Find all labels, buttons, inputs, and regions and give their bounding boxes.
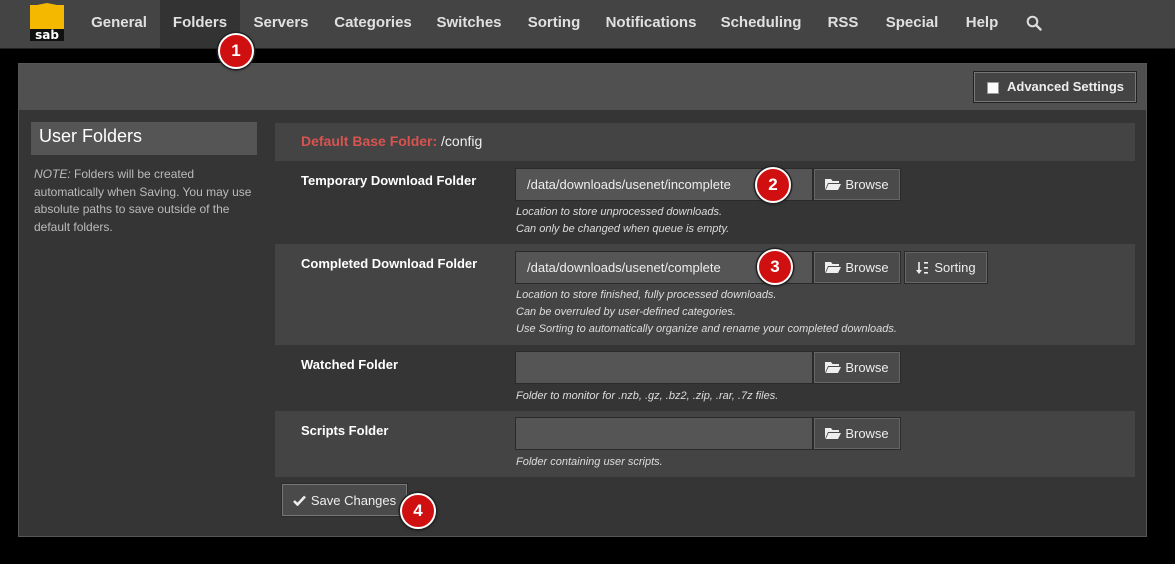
annotation-badge-4: 4 — [400, 493, 436, 529]
watched-browse-button[interactable]: Browse — [813, 351, 901, 384]
sort-icon — [916, 261, 930, 275]
completed-folder-label: Completed Download Folder — [301, 256, 478, 271]
save-changes-button[interactable]: Save Changes — [281, 483, 408, 517]
completed-folder-row: Completed Download Folder Browse Sorting… — [275, 244, 1135, 345]
temporary-folder-label: Temporary Download Folder — [301, 173, 477, 188]
nav-sorting[interactable]: Sorting — [514, 0, 594, 48]
annotation-badge-3: 3 — [757, 249, 793, 285]
section-title: User Folders — [31, 122, 257, 155]
nav-special[interactable]: Special — [872, 0, 952, 48]
help-line: Location to store unprocessed downloads. — [516, 206, 723, 218]
watched-folder-input[interactable] — [515, 351, 813, 384]
settings-panel: Advanced Settings User Folders NOTE: Fol… — [18, 63, 1147, 537]
nav-notifications[interactable]: Notifications — [596, 0, 706, 48]
logo-text: sab — [35, 28, 59, 42]
temporary-browse-button[interactable]: Browse — [813, 168, 901, 201]
help-line: Can be overruled by user-defined categor… — [516, 306, 736, 318]
search-icon[interactable] — [1026, 15, 1042, 31]
help-line: Can only be changed when queue is empty. — [516, 223, 730, 235]
completed-sorting-button[interactable]: Sorting — [904, 251, 988, 284]
browse-label: Browse — [845, 426, 889, 441]
temporary-folder-help: Location to store unprocessed downloads.… — [516, 204, 729, 238]
base-folder-row: Default Base Folder: /config — [275, 123, 1135, 161]
save-changes-label: Save Changes — [310, 492, 397, 508]
note-label: NOTE: — [34, 167, 71, 181]
folder-open-icon — [825, 427, 842, 440]
scripts-folder-label: Scripts Folder — [301, 423, 389, 438]
watched-folder-label: Watched Folder — [301, 357, 399, 372]
panel-header: Advanced Settings — [19, 64, 1146, 110]
folder-open-icon — [825, 361, 842, 374]
scripts-folder-help: Folder containing user scripts. — [516, 454, 663, 471]
nav-scheduling[interactable]: Scheduling — [708, 0, 814, 48]
nav-categories[interactable]: Categories — [322, 0, 424, 48]
nav-general[interactable]: General — [80, 0, 158, 48]
help-line: Location to store finished, fully proces… — [516, 289, 777, 301]
help-line: Use Sorting to automatically organize an… — [516, 323, 897, 335]
base-folder-value: /config — [441, 133, 483, 149]
browse-label: Browse — [845, 260, 889, 275]
scripts-browse-button[interactable]: Browse — [813, 417, 901, 450]
completed-browse-button[interactable]: Browse — [813, 251, 901, 284]
completed-folder-help: Location to store finished, fully proces… — [516, 287, 897, 338]
browse-label: Browse — [845, 177, 889, 192]
scripts-folder-input[interactable] — [515, 417, 813, 450]
folder-open-icon — [825, 178, 842, 191]
folder-open-icon — [825, 261, 842, 274]
sorting-label: Sorting — [934, 260, 976, 275]
advanced-settings-label: Advanced Settings — [1007, 79, 1125, 94]
sab-logo[interactable]: sab — [27, 3, 67, 43]
scripts-folder-row: Scripts Folder Browse Folder containing … — [275, 411, 1135, 477]
annotation-badge-2: 2 — [755, 167, 791, 203]
watched-folder-help: Folder to monitor for .nzb, .gz, .bz2, .… — [516, 388, 778, 405]
check-icon — [292, 495, 306, 506]
help-line: Folder containing user scripts. — [516, 456, 663, 468]
browse-label: Browse — [845, 360, 889, 375]
annotation-badge-1: 1 — [218, 33, 254, 69]
advanced-settings-button[interactable]: Advanced Settings — [973, 71, 1137, 103]
nav-servers[interactable]: Servers — [242, 0, 320, 48]
nav-rss[interactable]: RSS — [816, 0, 870, 48]
temporary-folder-row: Temporary Download Folder Browse Locatio… — [275, 161, 1135, 244]
help-line: Folder to monitor for .nzb, .gz, .bz2, .… — [516, 390, 779, 402]
base-folder-label: Default Base Folder: — [301, 133, 438, 149]
nav-help[interactable]: Help — [954, 0, 1010, 48]
advanced-settings-checkbox[interactable] — [987, 82, 999, 94]
section-note: NOTE: Folders will be created automatica… — [34, 166, 259, 236]
top-navbar: sab General Folders Servers Categories S… — [0, 0, 1175, 49]
nav-switches[interactable]: Switches — [426, 0, 512, 48]
watched-folder-row: Watched Folder Browse Folder to monitor … — [275, 345, 1135, 411]
